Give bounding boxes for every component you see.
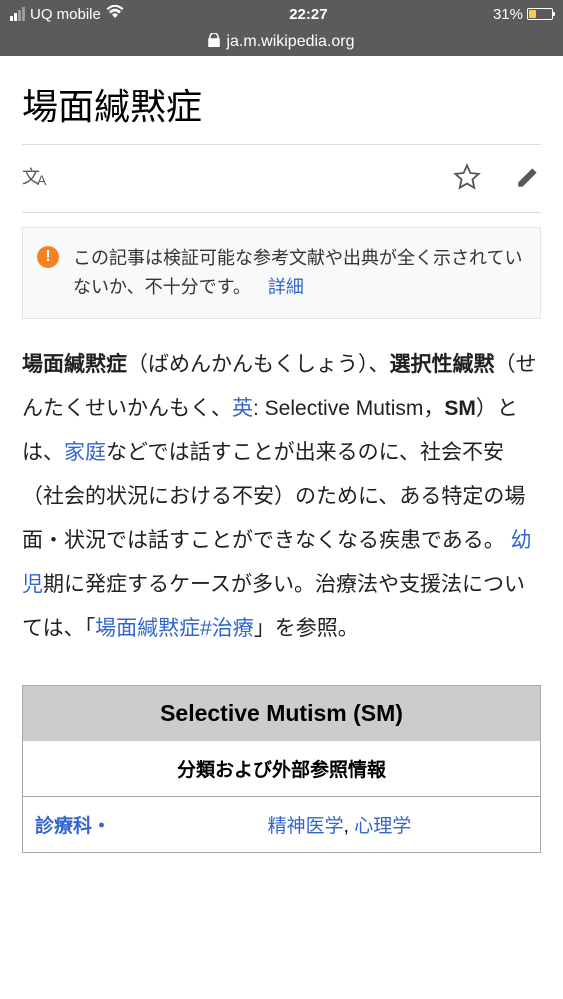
status-right: 31% [493,6,553,23]
infobox: Selective Mutism (SM) 分類および外部参照情報 診療科・ 精… [22,685,541,853]
psychology-link[interactable]: 心理学 [354,816,411,837]
status-bar: UQ mobile 22:27 31% [0,0,563,28]
star-icon[interactable] [453,163,481,196]
article-toolbar: 文A [22,145,541,213]
url-text: ja.m.wikipedia.org [226,33,354,51]
language-icon[interactable]: 文A [22,163,50,196]
infobox-row-label[interactable]: 診療科・ [23,797,256,852]
status-time: 22:27 [289,6,327,23]
psychiatry-link[interactable]: 精神医学 [268,816,344,837]
notice-box: ! この記事は検証可能な参考文献や出典が全く示されていないか、不十分です。 詳細 [22,227,541,319]
warning-icon: ! [37,246,59,268]
signal-icon [10,7,25,21]
term-2: 選択性緘黙 [390,353,495,376]
url-bar[interactable]: ja.m.wikipedia.org [0,28,563,56]
family-link[interactable]: 家庭 [64,441,106,464]
status-left: UQ mobile [10,5,124,23]
wifi-icon [106,5,124,23]
treatment-link[interactable]: 場面緘黙症#治療 [95,617,254,640]
infobox-row: 診療科・ 精神医学, 心理学 [23,796,540,852]
infobox-title: Selective Mutism (SM) [23,686,540,741]
article-body: 場面緘黙症（ばめんかんもくしょう）、選択性緘黙（せんたくせいかんもく、英: Se… [22,343,541,652]
lock-icon [208,33,220,52]
edit-icon[interactable] [515,164,541,195]
battery-icon [527,8,553,20]
infobox-row-value: 精神医学, 心理学 [256,797,424,852]
carrier-name: UQ mobile [30,6,101,23]
page-title: 場面緘黙症 [22,78,541,145]
notice-details-link[interactable]: 詳細 [268,277,304,297]
battery-percent: 31% [493,6,523,23]
infobox-subtitle: 分類および外部参照情報 [23,741,540,796]
svg-text:A: A [37,172,47,188]
term-1: 場面緘黙症 [22,353,127,376]
lang-link[interactable]: 英 [232,397,253,420]
